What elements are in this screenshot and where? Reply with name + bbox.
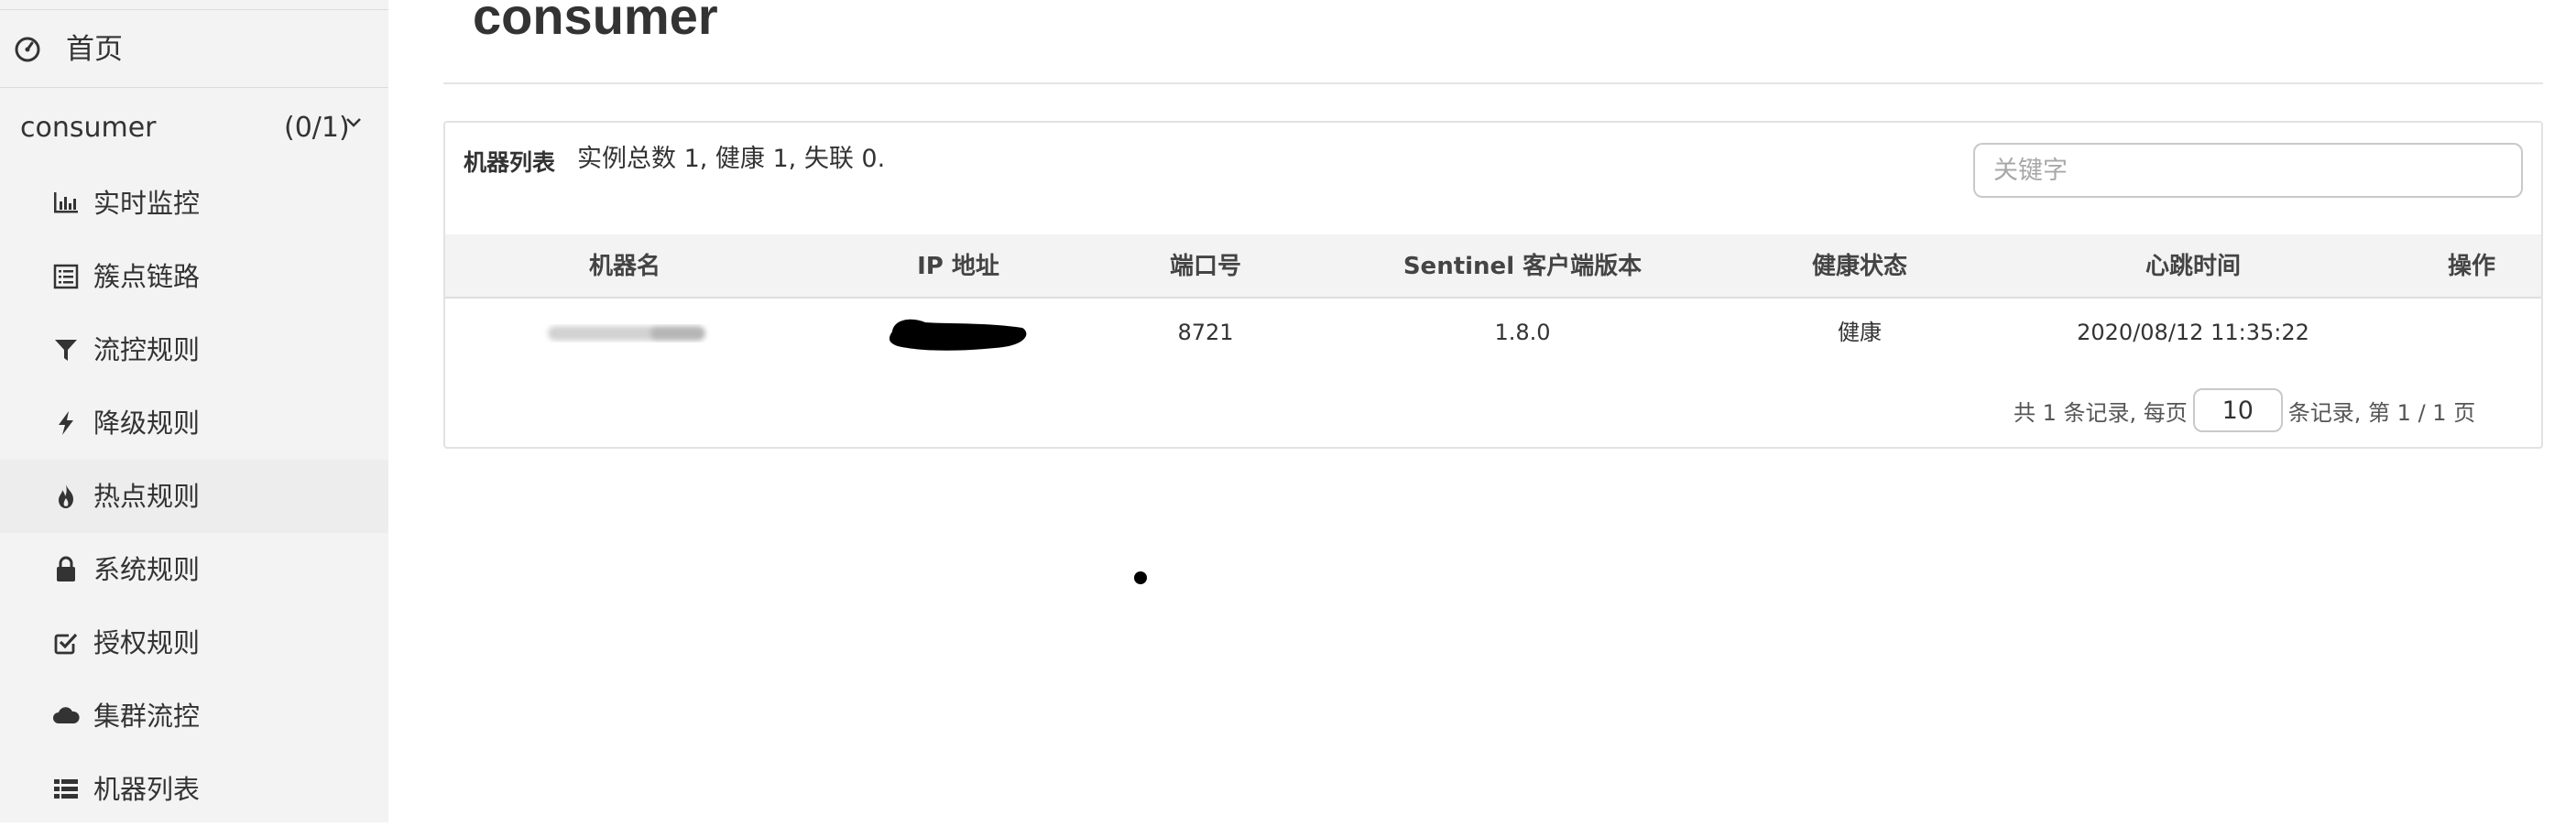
sidebar-item-label: 首页 <box>66 33 123 66</box>
sidebar-item-label: 机器列表 <box>93 774 201 805</box>
sidebar-item-label: 热点规则 <box>93 481 201 512</box>
bar-chart-icon <box>54 192 78 213</box>
pagination-page-info: 条记录, 第 1 / 1 页 <box>2287 399 2476 426</box>
sidebar-item-label: 系统规则 <box>93 554 201 585</box>
sidebar-item-home[interactable]: 首页 <box>0 13 388 88</box>
cloud-icon <box>53 707 80 723</box>
cell-port: 8721 <box>1177 320 1234 345</box>
sidebar-item-authority-rules[interactable]: 授权规则 <box>0 606 388 679</box>
th-list-icon <box>54 779 78 799</box>
sidebar-item-label: 授权规则 <box>93 627 201 658</box>
app-machine-count: (0/1) <box>284 112 350 144</box>
cell-heartbeat: 2020/08/12 11:35:22 <box>2077 320 2309 345</box>
column-header-ip[interactable]: IP 地址 <box>917 249 999 284</box>
sidebar-item-label: 实时监控 <box>93 188 201 219</box>
sidebar-item-label: 流控规则 <box>93 334 201 365</box>
page-title: consumer <box>473 0 718 45</box>
pagination: 共 1 条记录, 每页 条记录, 第 1 / 1 页 <box>2014 388 2475 432</box>
title-divider <box>443 82 2543 84</box>
machine-list-panel: 机器列表 实例总数 1, 健康 1, 失联 0. 机器名 IP 地址 端口号 S… <box>443 121 2543 449</box>
dashboard-icon <box>15 37 40 62</box>
chevron-down-icon <box>346 118 361 127</box>
column-header-version[interactable]: Sentinel 客户端版本 <box>1403 249 1642 284</box>
flash-icon <box>59 411 73 435</box>
column-header-heartbeat[interactable]: 心跳时间 <box>2145 249 2241 284</box>
sidebar-item-degrade-rules[interactable]: 降级规则 <box>0 386 388 460</box>
sidebar-item-flow-rules[interactable]: 流控规则 <box>0 313 388 386</box>
sidebar-item-machine-list[interactable]: 机器列表 <box>0 753 388 826</box>
page-size-input[interactable] <box>2192 388 2283 432</box>
pagination-total: 共 1 条记录, 每页 <box>2014 399 2188 426</box>
cell-health: 健康 <box>1838 320 1882 345</box>
list-alt-icon <box>53 264 79 289</box>
sidebar-divider <box>0 9 388 10</box>
filter-icon <box>55 340 77 361</box>
instance-summary: 实例总数 1, 健康 1, 失联 0. <box>577 145 886 173</box>
table-header: 机器名 IP 地址 端口号 Sentinel 客户端版本 健康状态 心跳时间 操… <box>445 234 2541 299</box>
app-name: consumer <box>20 112 157 144</box>
lock-icon <box>57 556 75 581</box>
column-header-health[interactable]: 健康状态 <box>1812 249 1907 284</box>
sidebar-item-hotspot-rules[interactable]: 热点规则 <box>0 460 388 533</box>
cursor-dot <box>1134 571 1147 584</box>
sidebar-item-realtime-monitor[interactable]: 实时监控 <box>0 167 388 240</box>
redacted-hostname <box>548 326 705 341</box>
redacted-ip <box>889 319 1027 351</box>
sidebar-item-system-rules[interactable]: 系统规则 <box>0 533 388 606</box>
keyword-search-input[interactable] <box>1973 143 2523 198</box>
sidebar-item-resource-chain[interactable]: 簇点链路 <box>0 240 388 313</box>
cell-version: 1.8.0 <box>1494 320 1551 345</box>
fire-icon <box>59 484 73 508</box>
check-square-icon <box>54 633 78 655</box>
table-row: 8721 1.8.0 健康 2020/08/12 11:35:22 <box>445 300 2541 364</box>
sidebar-item-label: 簇点链路 <box>93 261 201 292</box>
column-header-hostname[interactable]: 机器名 <box>589 249 660 284</box>
sidebar-item-label: 集群流控 <box>93 701 201 732</box>
column-header-port[interactable]: 端口号 <box>1170 249 1241 284</box>
panel-title: 机器列表 <box>464 149 556 176</box>
sidebar-item-cluster-flow[interactable]: 集群流控 <box>0 679 388 753</box>
sidebar: 首页 consumer (0/1) 实时监控 簇点链路 流控规则 降级规则 热点… <box>0 0 388 822</box>
column-header-action: 操作 <box>2447 253 2496 280</box>
sidebar-item-label: 降级规则 <box>93 408 201 439</box>
app-selector-consumer[interactable]: consumer (0/1) <box>0 90 388 167</box>
